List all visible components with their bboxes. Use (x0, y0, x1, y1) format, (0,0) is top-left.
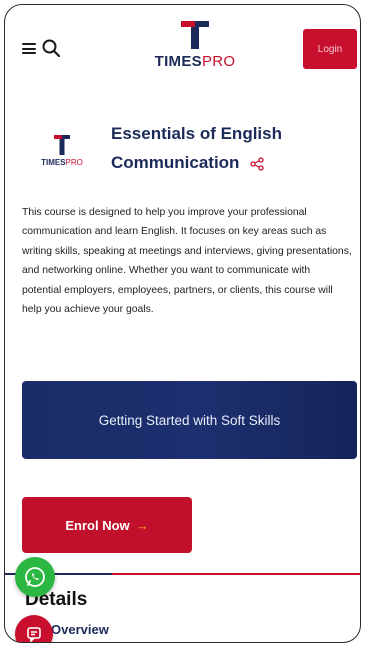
whatsapp-button[interactable] (15, 557, 55, 597)
login-button[interactable]: Login (303, 29, 357, 69)
section-divider (5, 573, 360, 575)
top-header: TIMESPRO Login (5, 5, 360, 79)
chat-icon (27, 627, 41, 642)
enrol-now-label: Enrol Now (65, 517, 130, 533)
course-logo-wordmark: TIMESPRO (41, 158, 83, 167)
whatsapp-icon (25, 567, 45, 587)
enrol-now-button[interactable]: Enrol Now → (22, 497, 192, 553)
brand-logo[interactable]: TIMESPRO (145, 19, 245, 75)
overview-tab[interactable]: Overview (51, 622, 109, 637)
course-title: Essentials of English Communication (111, 119, 351, 177)
course-logo-mark (54, 135, 70, 155)
brand-logo-mark (181, 21, 209, 49)
brand-wordmark: TIMESPRO (154, 53, 236, 70)
course-logo: TIMESPRO (31, 133, 93, 173)
course-description: This course is designed to help you impr… (22, 207, 352, 316)
course-title-line2: Communication (111, 153, 240, 172)
search-icon[interactable] (41, 38, 61, 58)
menu-icon[interactable] (22, 43, 36, 54)
course-title-line1: Essentials of English (111, 124, 282, 143)
share-icon[interactable] (250, 156, 264, 171)
phone-frame: TIMESPRO Login TIMESPRO Essentials of En… (4, 4, 361, 643)
soft-skills-button[interactable]: Getting Started with Soft Skills (22, 381, 357, 459)
arrow-right-icon: → (135, 517, 149, 533)
course-title-line2-wrap: Communication (111, 148, 351, 177)
chat-button[interactable] (15, 615, 53, 642)
soft-skills-label: Getting Started with Soft Skills (98, 412, 281, 428)
